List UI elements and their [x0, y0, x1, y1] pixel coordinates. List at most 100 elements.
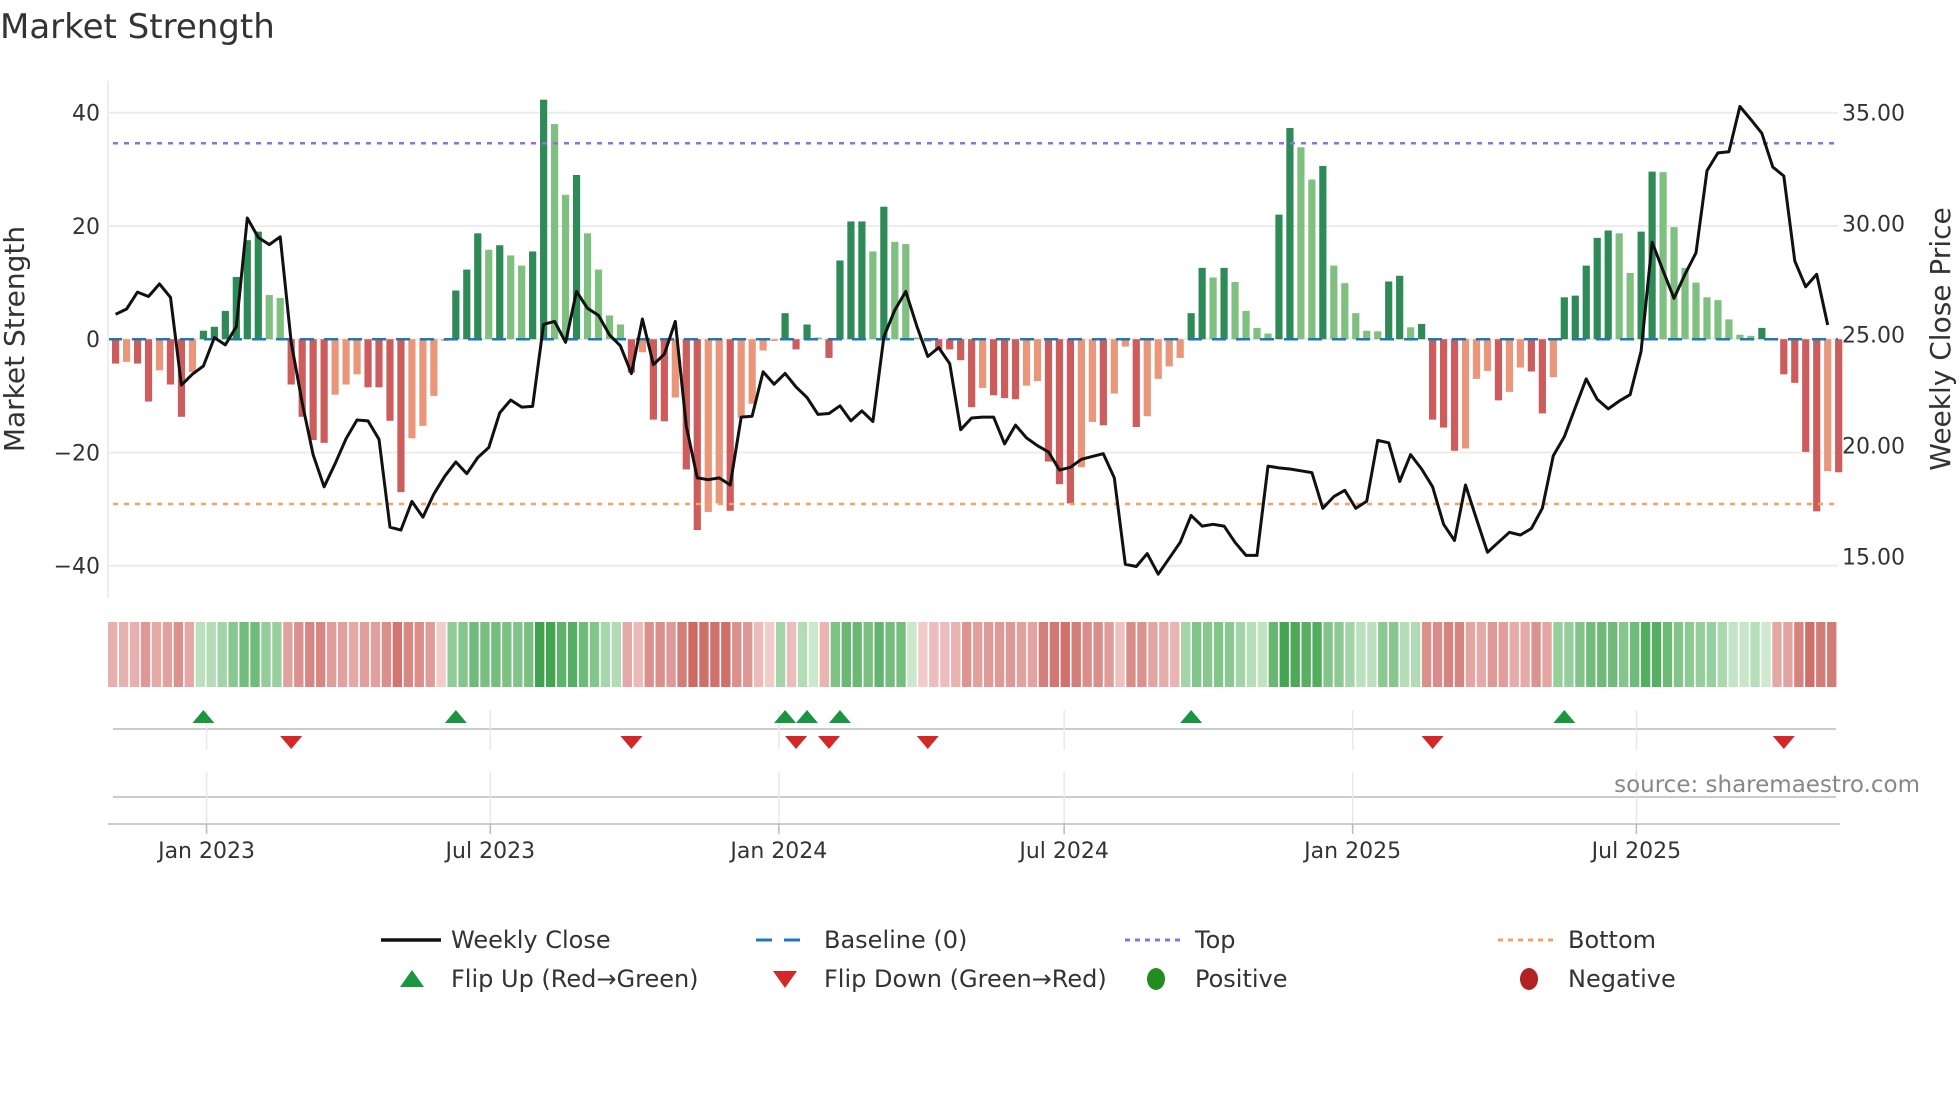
strength-bar: [1187, 313, 1195, 340]
legend-label-negative: Negative: [1568, 965, 1676, 993]
strength-bar: [1439, 339, 1448, 428]
chart-title: Market Strength: [0, 7, 275, 47]
strength-strip-cell: [1553, 622, 1563, 687]
flip-up-marker: [774, 710, 797, 723]
strength-bar: [1000, 339, 1009, 399]
strength-bar: [551, 124, 559, 340]
strength-strip-cell: [469, 622, 479, 687]
strength-strip-cell: [272, 622, 282, 687]
strength-bar: [1385, 281, 1393, 340]
strength-strip-cell: [1498, 622, 1508, 687]
strength-strip-cell: [436, 622, 446, 687]
strength-bar: [375, 339, 383, 388]
strength-strip-cell: [545, 622, 556, 687]
x-tick-label: Jan 2024: [728, 839, 827, 864]
strength-bar: [1758, 327, 1766, 340]
strength-strip-cell: [699, 622, 709, 687]
strength-bar: [199, 330, 207, 340]
strength-bar: [1505, 339, 1514, 392]
strength-strip-cell: [644, 622, 654, 687]
strength-strip-cell: [633, 622, 643, 687]
strength-strip-cell: [611, 622, 622, 687]
y-tick-label-left: 0: [86, 328, 100, 353]
strength-strip-cell: [1629, 622, 1640, 687]
y-tick-label-right: 25.00: [1842, 324, 1905, 349]
strength-bar: [112, 339, 120, 364]
strength-strip-cell: [162, 622, 173, 687]
strength-bar: [1330, 265, 1338, 340]
strength-bar: [1472, 339, 1481, 379]
strength-strip-cell: [491, 622, 501, 687]
strength-bar: [880, 206, 888, 340]
strength-strip-cell: [359, 622, 370, 687]
strength-strip-cell: [1038, 622, 1049, 687]
strength-strip-cell: [841, 622, 851, 687]
strength-bar: [166, 339, 175, 385]
strength-bar: [583, 233, 592, 340]
strength-bar: [1319, 165, 1327, 340]
strength-strip-cell: [666, 622, 676, 687]
strength-strip-cell: [1323, 622, 1333, 687]
strength-bar: [474, 233, 482, 340]
strength-bar: [188, 339, 197, 373]
strength-strip-cell: [556, 622, 567, 687]
strength-strip-cell: [929, 622, 939, 687]
flip-down-marker: [280, 736, 303, 749]
flip-down-marker: [1772, 736, 1795, 749]
strength-strip-cell: [874, 622, 884, 687]
strength-bar: [1055, 339, 1064, 485]
strength-strip-cell: [1356, 622, 1366, 687]
flip-down-marker: [1421, 736, 1444, 749]
x-tick-label: Jul 2024: [1017, 839, 1109, 864]
strength-bar: [1670, 227, 1678, 340]
strength-strip-cell: [283, 622, 293, 687]
strength-bar: [858, 221, 866, 340]
strength-bar: [265, 295, 273, 340]
strength-strip-cell: [1520, 622, 1530, 687]
strength-bar: [1824, 339, 1832, 472]
strength-strip-cell: [830, 622, 841, 687]
strength-strip-cell: [184, 622, 194, 687]
strength-strip-cell: [239, 622, 249, 687]
strength-bar: [1275, 214, 1283, 340]
flip-up-marker: [828, 710, 851, 723]
y-tick-label-right: 15.00: [1842, 545, 1905, 570]
strength-strip-cell: [392, 622, 403, 687]
strength-strip-cell: [1312, 622, 1322, 687]
strength-strip-cell: [1082, 622, 1092, 687]
flip-up-legend-icon: [400, 970, 424, 987]
strength-bar: [770, 339, 778, 341]
strength-strip-cell: [677, 622, 687, 687]
strength-strip-cell: [1761, 622, 1771, 687]
y-tick-label-left: 40: [72, 102, 100, 127]
strength-strip-cell: [151, 622, 162, 687]
strength-bar: [408, 339, 416, 439]
strength-bar: [946, 339, 954, 350]
strength-strip-cell: [129, 622, 140, 687]
strength-bar: [452, 290, 460, 340]
strength-bar: [155, 339, 164, 371]
strength-bar: [1143, 339, 1151, 417]
legend-label-top: Top: [1194, 926, 1236, 954]
strength-bar: [847, 221, 855, 340]
strength-bar: [759, 339, 767, 351]
legend-label-flip-up: Flip Up (Red→Green): [451, 965, 699, 993]
legend-label-flip-down: Flip Down (Green→Red): [824, 965, 1107, 993]
strength-bar: [463, 269, 471, 340]
strength-bar: [1813, 339, 1821, 512]
strength-strip-cell: [1432, 622, 1443, 687]
strength-strip-cell: [863, 622, 873, 687]
strength-strip-cell: [118, 622, 129, 687]
strength-strip-cell: [655, 622, 665, 687]
strength-strip-cell: [940, 622, 950, 687]
strength-bar: [1549, 339, 1557, 378]
strength-bar: [320, 339, 328, 443]
strength-strip-cell: [370, 622, 381, 687]
strength-strip-cell: [1137, 622, 1147, 687]
strength-bar: [1450, 339, 1459, 451]
strength-bar: [968, 339, 976, 408]
strength-bar: [144, 339, 153, 402]
strength-strip-cell: [1608, 622, 1618, 687]
strength-strip-cell: [1640, 622, 1651, 687]
strength-strip-cell: [808, 622, 819, 687]
